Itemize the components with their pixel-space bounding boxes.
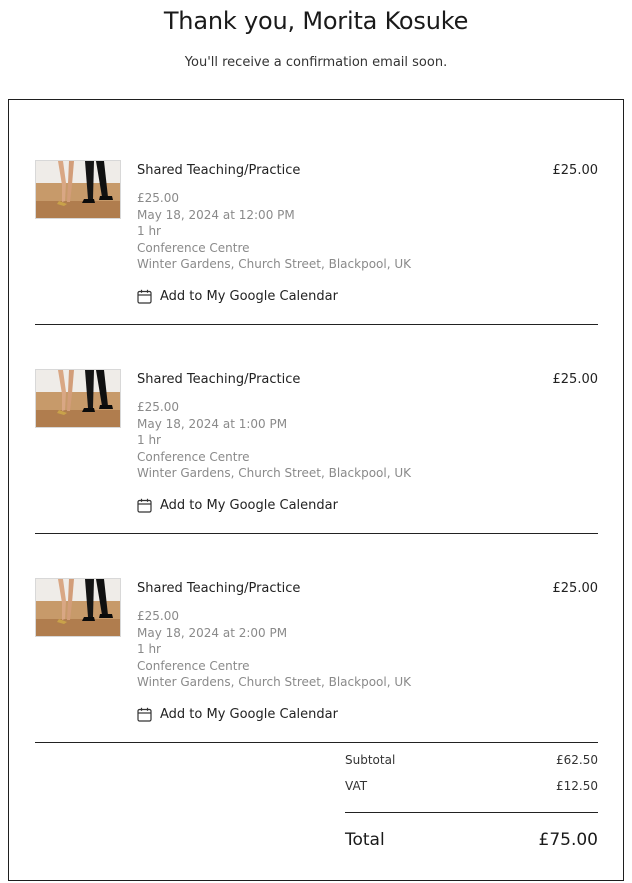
item-duration: 1 hr xyxy=(137,224,161,239)
vat-label: VAT xyxy=(345,779,368,793)
item-venue: Conference Centre xyxy=(137,240,250,255)
item-datetime: May 18, 2024 at 12:00 PM xyxy=(137,207,295,222)
calendar-link-label: Add to My Google Calendar xyxy=(160,706,338,722)
item-details: £25.00 May 18, 2024 at 2:00 PM 1 hr Conf… xyxy=(137,608,411,691)
item-venue: Conference Centre xyxy=(137,658,250,673)
item-duration: 1 hr xyxy=(137,433,161,448)
page-title: Thank you, Morita Kosuke xyxy=(163,7,469,35)
item-details: £25.00 May 18, 2024 at 1:00 PM 1 hr Conf… xyxy=(137,399,411,482)
item-price: £25.00 xyxy=(552,372,599,387)
dance-thumbnail-image xyxy=(35,369,121,428)
calendar-icon xyxy=(137,498,152,513)
item-price: £25.00 xyxy=(552,163,599,178)
item-datetime: May 18, 2024 at 2:00 PM xyxy=(137,625,288,640)
item-address: Winter Gardens, Church Street, Blackpool… xyxy=(137,675,411,690)
item-unit-price: £25.00 xyxy=(137,400,179,414)
vat-value: £12.50 xyxy=(556,779,598,793)
item-address: Winter Gardens, Church Street, Blackpool… xyxy=(137,466,411,481)
add-to-google-calendar-link[interactable]: Add to My Google Calendar xyxy=(137,287,338,305)
order-item: Shared Teaching/Practice £25.00 £25.00 M… xyxy=(35,116,598,325)
item-name: Shared Teaching/Practice xyxy=(137,581,301,596)
calendar-icon xyxy=(137,289,152,304)
total-label: Total xyxy=(345,830,385,850)
order-item: Shared Teaching/Practice £25.00 £25.00 M… xyxy=(35,325,598,534)
total-value: £75.00 xyxy=(538,830,598,850)
calendar-link-label: Add to My Google Calendar xyxy=(160,497,338,513)
vat-row: VAT £12.50 xyxy=(345,779,598,793)
dance-thumbnail-image xyxy=(35,578,121,637)
add-to-google-calendar-link[interactable]: Add to My Google Calendar xyxy=(137,496,338,514)
calendar-icon xyxy=(137,707,152,722)
total-row: Total £75.00 xyxy=(345,830,598,850)
item-datetime: May 18, 2024 at 1:00 PM xyxy=(137,416,288,431)
item-divider xyxy=(35,742,598,743)
subtotal-label: Subtotal xyxy=(345,753,396,767)
calendar-link-label: Add to My Google Calendar xyxy=(160,288,338,304)
summary-divider xyxy=(345,812,598,813)
dance-thumbnail-image xyxy=(35,160,121,219)
subtotal-row: Subtotal £62.50 xyxy=(345,753,598,767)
item-name: Shared Teaching/Practice xyxy=(137,372,301,387)
item-details: £25.00 May 18, 2024 at 12:00 PM 1 hr Con… xyxy=(137,190,411,273)
subtotal-value: £62.50 xyxy=(556,753,598,767)
order-summary-card: Shared Teaching/Practice £25.00 £25.00 M… xyxy=(8,99,624,881)
item-price: £25.00 xyxy=(552,581,599,596)
item-unit-price: £25.00 xyxy=(137,609,179,623)
add-to-google-calendar-link[interactable]: Add to My Google Calendar xyxy=(137,705,338,723)
item-name: Shared Teaching/Practice xyxy=(137,163,301,178)
order-item: Shared Teaching/Practice £25.00 £25.00 M… xyxy=(35,534,598,743)
item-address: Winter Gardens, Church Street, Blackpool… xyxy=(137,257,411,272)
confirmation-message: You'll receive a confirmation email soon… xyxy=(184,55,448,70)
item-venue: Conference Centre xyxy=(137,449,250,464)
item-unit-price: £25.00 xyxy=(137,191,179,205)
item-duration: 1 hr xyxy=(137,642,161,657)
